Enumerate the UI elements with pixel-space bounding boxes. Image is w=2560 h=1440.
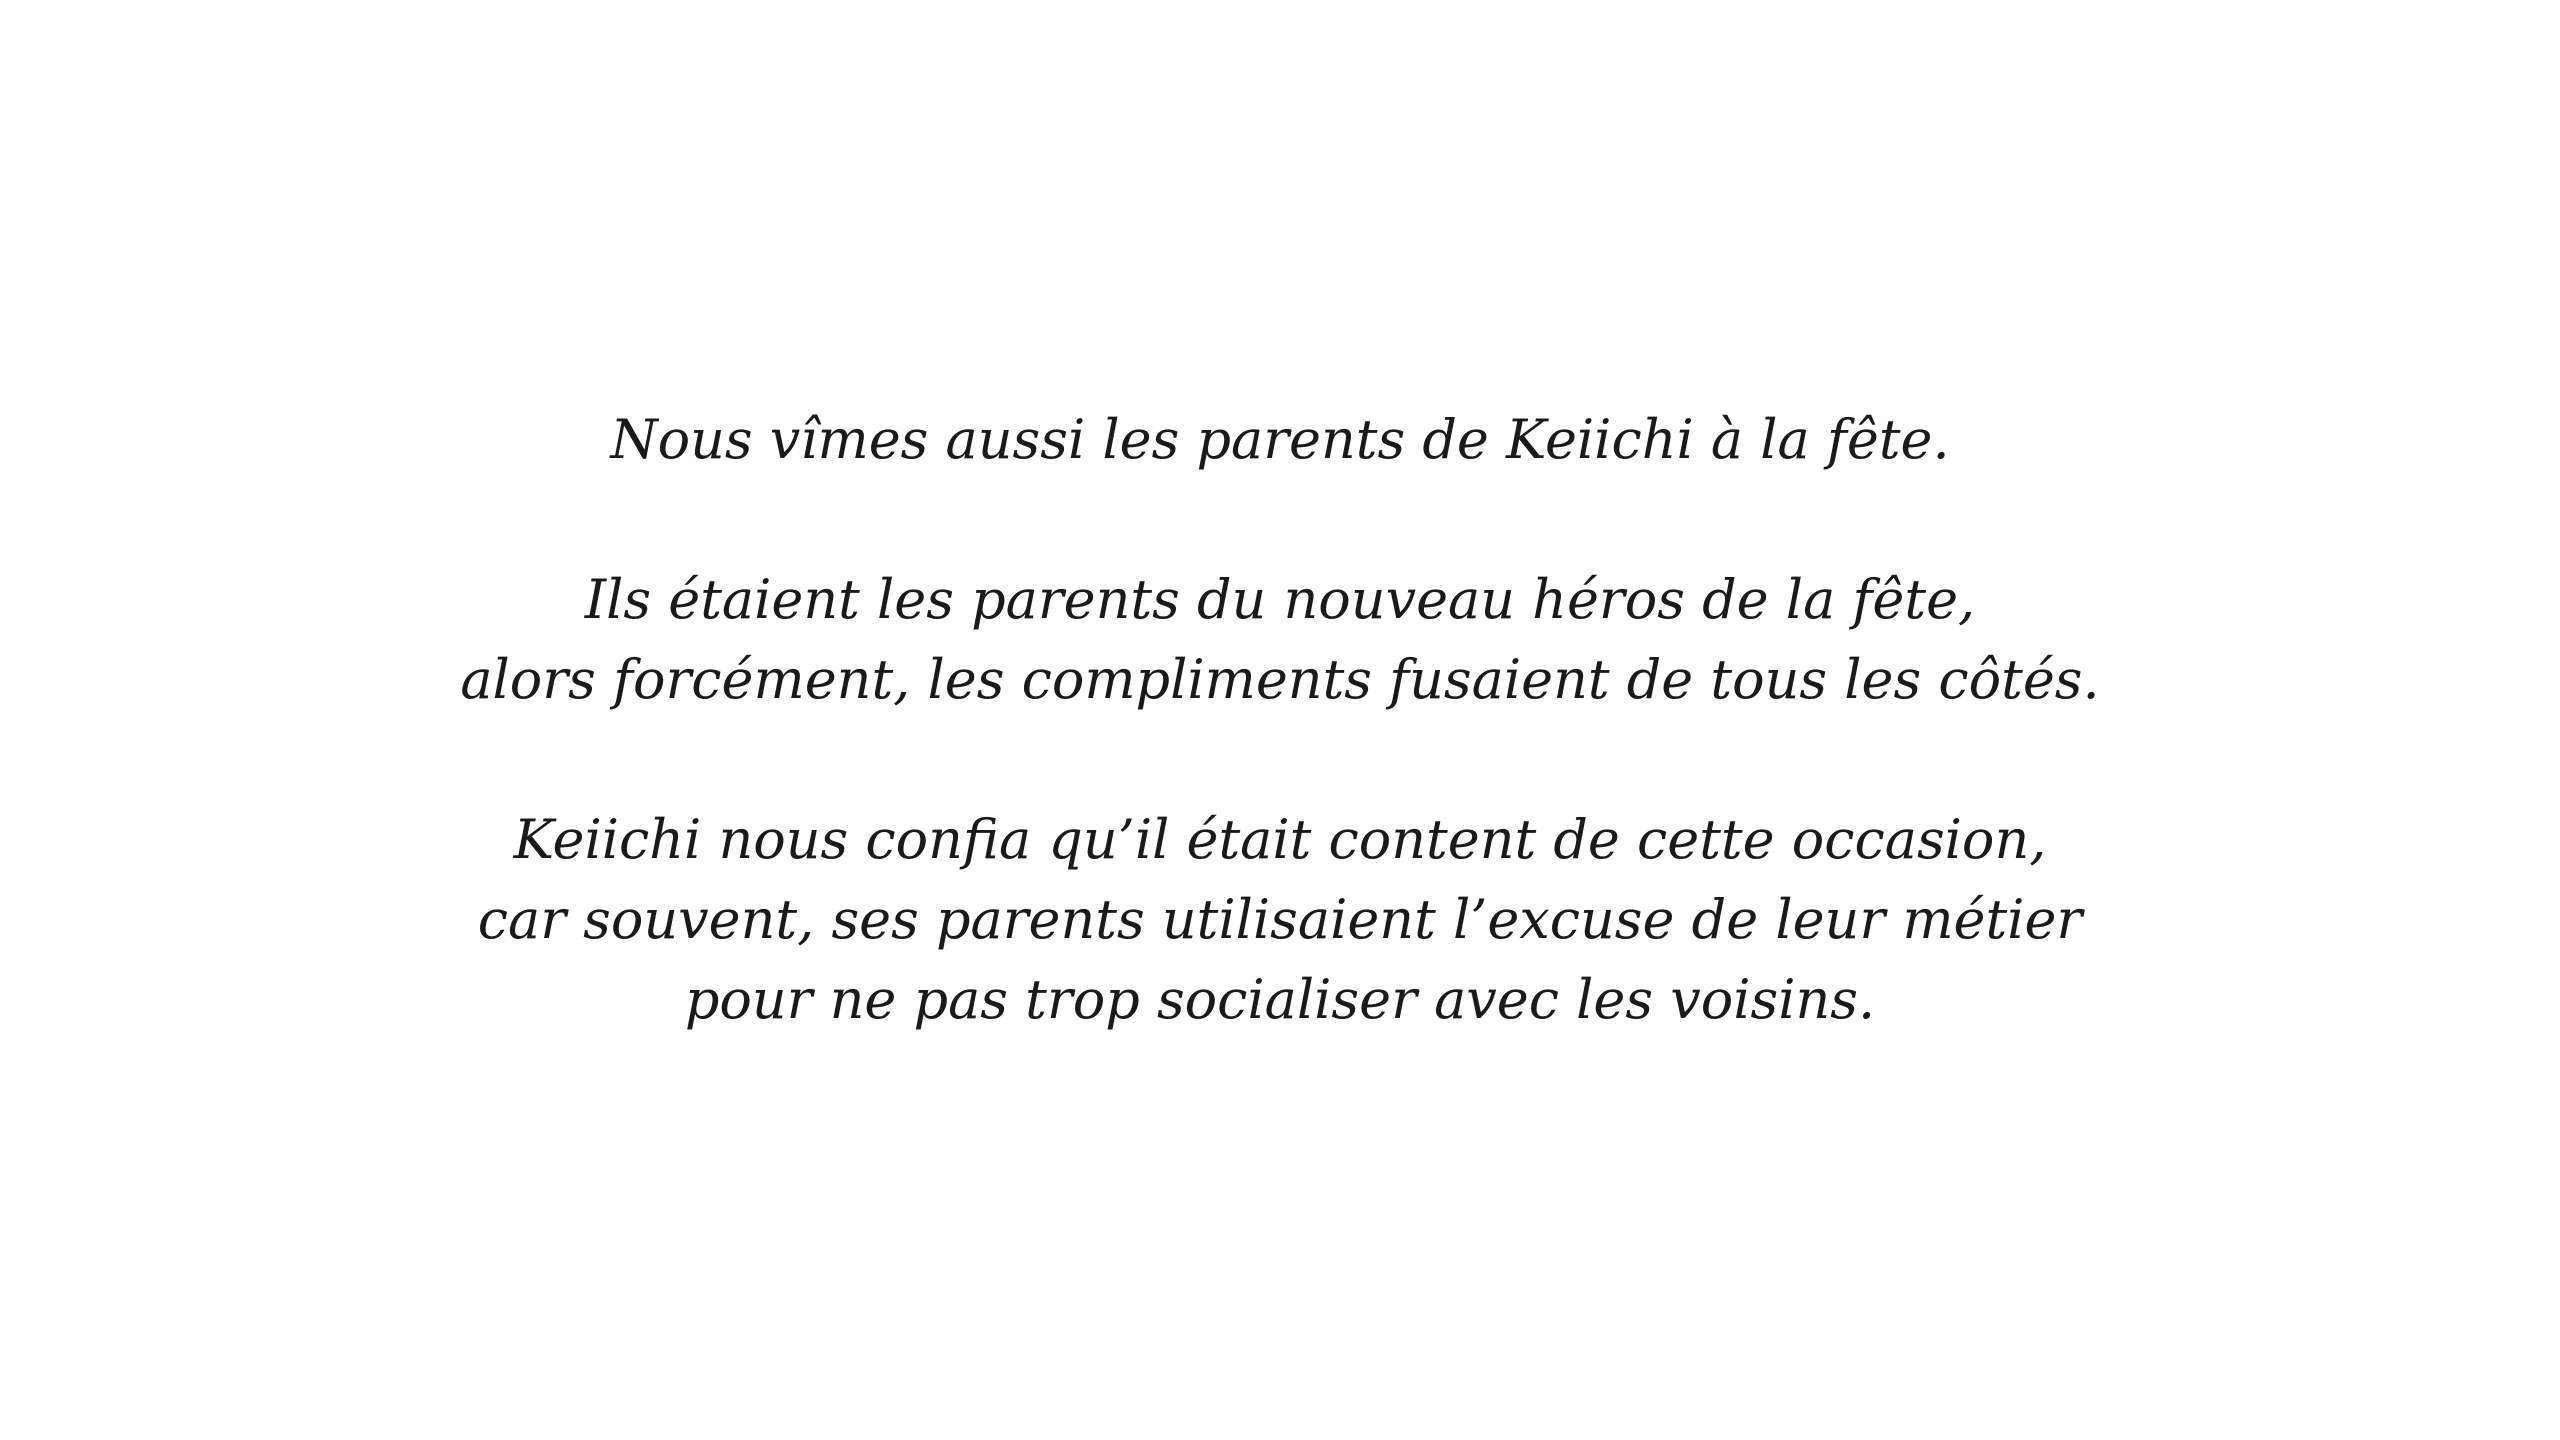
narration-line: Ils étaient les parents du nouveau héros…: [584, 568, 1976, 631]
narration-line: car souvent, ses parents utilisaient l’e…: [477, 888, 2083, 951]
narration-line: Nous vîmes aussi les parents de Keiichi …: [610, 408, 1950, 471]
narration-line: Keiichi nous confia qu’il était content …: [513, 808, 2047, 871]
narration-line: alors forcément, les compliments fusaien…: [460, 648, 2100, 711]
game-screen[interactable]: Nous vîmes aussi les parents de Keiichi …: [0, 0, 2560, 1440]
narration-line: pour ne pas trop socialiser avec les voi…: [684, 968, 1876, 1031]
narration-paragraph-3: Keiichi nous confia qu’il était content …: [0, 800, 2560, 1040]
narration-text-box: Nous vîmes aussi les parents de Keiichi …: [0, 400, 2560, 1040]
narration-paragraph-2: Ils étaient les parents du nouveau héros…: [0, 560, 2560, 720]
narration-paragraph-1: Nous vîmes aussi les parents de Keiichi …: [0, 400, 2560, 480]
